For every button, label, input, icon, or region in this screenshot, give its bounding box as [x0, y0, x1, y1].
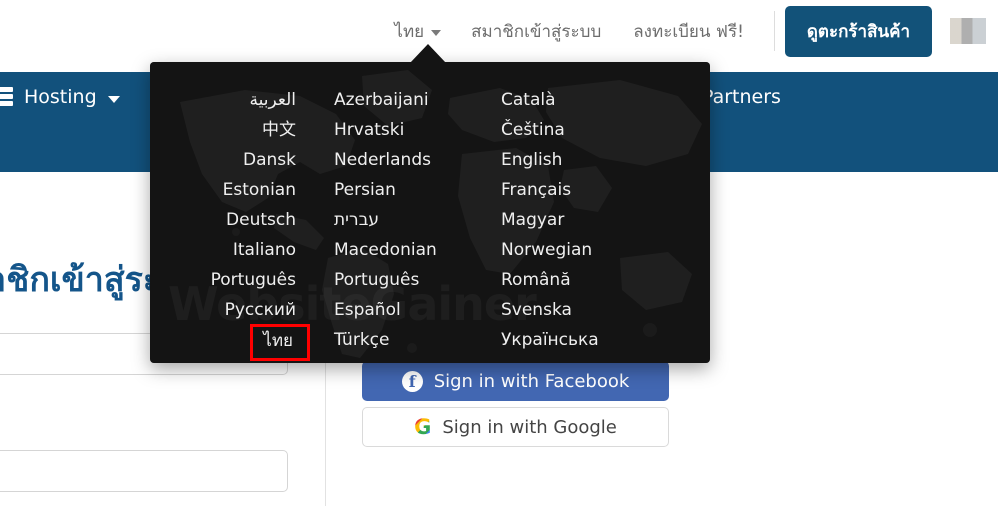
password-field[interactable] — [0, 450, 288, 492]
nav-item-hosting[interactable]: Hosting — [0, 86, 120, 108]
language-dropdown-panel: WebsiteGainer العربية 中文 Dansk Estonian … — [150, 62, 710, 363]
language-option-deutsch[interactable]: Deutsch — [226, 206, 296, 234]
nav-item-partners-label: Partners — [702, 86, 781, 108]
google-icon: G — [414, 414, 432, 439]
language-option-english[interactable]: English — [501, 146, 663, 174]
language-option-italiano[interactable]: Italiano — [233, 236, 296, 264]
member-login-link[interactable]: สมาชิกเข้าสู่ระบบ — [455, 18, 617, 45]
language-option-francais[interactable]: Français — [501, 176, 663, 204]
language-option-espanol[interactable]: Español — [334, 296, 483, 324]
language-option-azerbaijani[interactable]: Azerbaijani — [334, 86, 483, 114]
chevron-down-icon — [431, 29, 442, 36]
language-option-portugues-2[interactable]: Português — [334, 266, 483, 294]
nav-item-partners[interactable]: Partners — [702, 86, 781, 108]
nav-item-hosting-label: Hosting — [24, 86, 97, 108]
page-root: Hosting Partners สมาชิกเข้าสู่ระบบ f Sig… — [0, 0, 998, 506]
language-dropdown-pointer — [410, 44, 446, 63]
language-option-hebrew[interactable]: עברית — [334, 206, 483, 234]
language-option-turkce[interactable]: Türkçe — [334, 326, 483, 354]
language-column-3: Català Čeština English Français Magyar N… — [483, 86, 663, 363]
language-option-nederlands[interactable]: Nederlands — [334, 146, 483, 174]
server-stack-icon — [0, 87, 13, 107]
language-columns: العربية 中文 Dansk Estonian Deutsch Italia… — [150, 62, 710, 363]
sign-in-with-google-button[interactable]: G Sign in with Google — [362, 407, 669, 447]
chevron-down-icon — [107, 95, 120, 103]
facebook-button-label: Sign in with Facebook — [433, 370, 630, 392]
language-option-dansk[interactable]: Dansk — [243, 146, 296, 174]
top-utility-bar: ไทย สมาชิกเข้าสู่ระบบ ลงทะเบียน ฟรี! ดูต… — [0, 0, 998, 62]
language-option-arabic[interactable]: العربية — [250, 86, 296, 114]
google-button-label: Sign in with Google — [442, 416, 617, 438]
language-option-chinese[interactable]: 中文 — [262, 116, 296, 144]
sign-in-with-facebook-button[interactable]: f Sign in with Facebook — [362, 361, 669, 401]
language-option-estonian[interactable]: Estonian — [223, 176, 296, 204]
language-selector-toggle[interactable]: ไทย — [380, 18, 455, 45]
language-column-1: العربية 中文 Dansk Estonian Deutsch Italia… — [150, 86, 315, 363]
language-option-svenska[interactable]: Svenska — [501, 296, 663, 324]
language-option-cestina[interactable]: Čeština — [501, 116, 663, 144]
language-option-thai-selected[interactable]: ไทย — [250, 324, 310, 361]
language-option-magyar[interactable]: Magyar — [501, 206, 663, 234]
language-selector-label: ไทย — [394, 21, 425, 42]
language-option-macedonian[interactable]: Macedonian — [334, 236, 483, 264]
view-cart-button[interactable]: ดูตะกร้าสินค้า — [784, 5, 932, 57]
language-column-2: Azerbaijani Hrvatski Nederlands Persian … — [315, 86, 483, 363]
language-option-ukrainian[interactable]: Українська — [501, 326, 663, 354]
facebook-icon: f — [401, 370, 423, 392]
topbar-divider — [773, 11, 775, 51]
language-option-hrvatski[interactable]: Hrvatski — [334, 116, 483, 144]
language-option-russian[interactable]: Русский — [225, 296, 296, 324]
language-option-catala[interactable]: Català — [501, 86, 663, 114]
broken-image-placeholder — [950, 18, 986, 44]
register-free-link[interactable]: ลงทะเบียน ฟรี! — [617, 18, 760, 45]
language-option-persian[interactable]: Persian — [334, 176, 483, 204]
top-utility-bar-items: ไทย สมาชิกเข้าสู่ระบบ ลงทะเบียน ฟรี! ดูต… — [380, 0, 998, 62]
language-option-romana[interactable]: Română — [501, 266, 663, 294]
language-option-portugues-1[interactable]: Português — [211, 266, 296, 294]
language-option-norwegian[interactable]: Norwegian — [501, 236, 663, 264]
